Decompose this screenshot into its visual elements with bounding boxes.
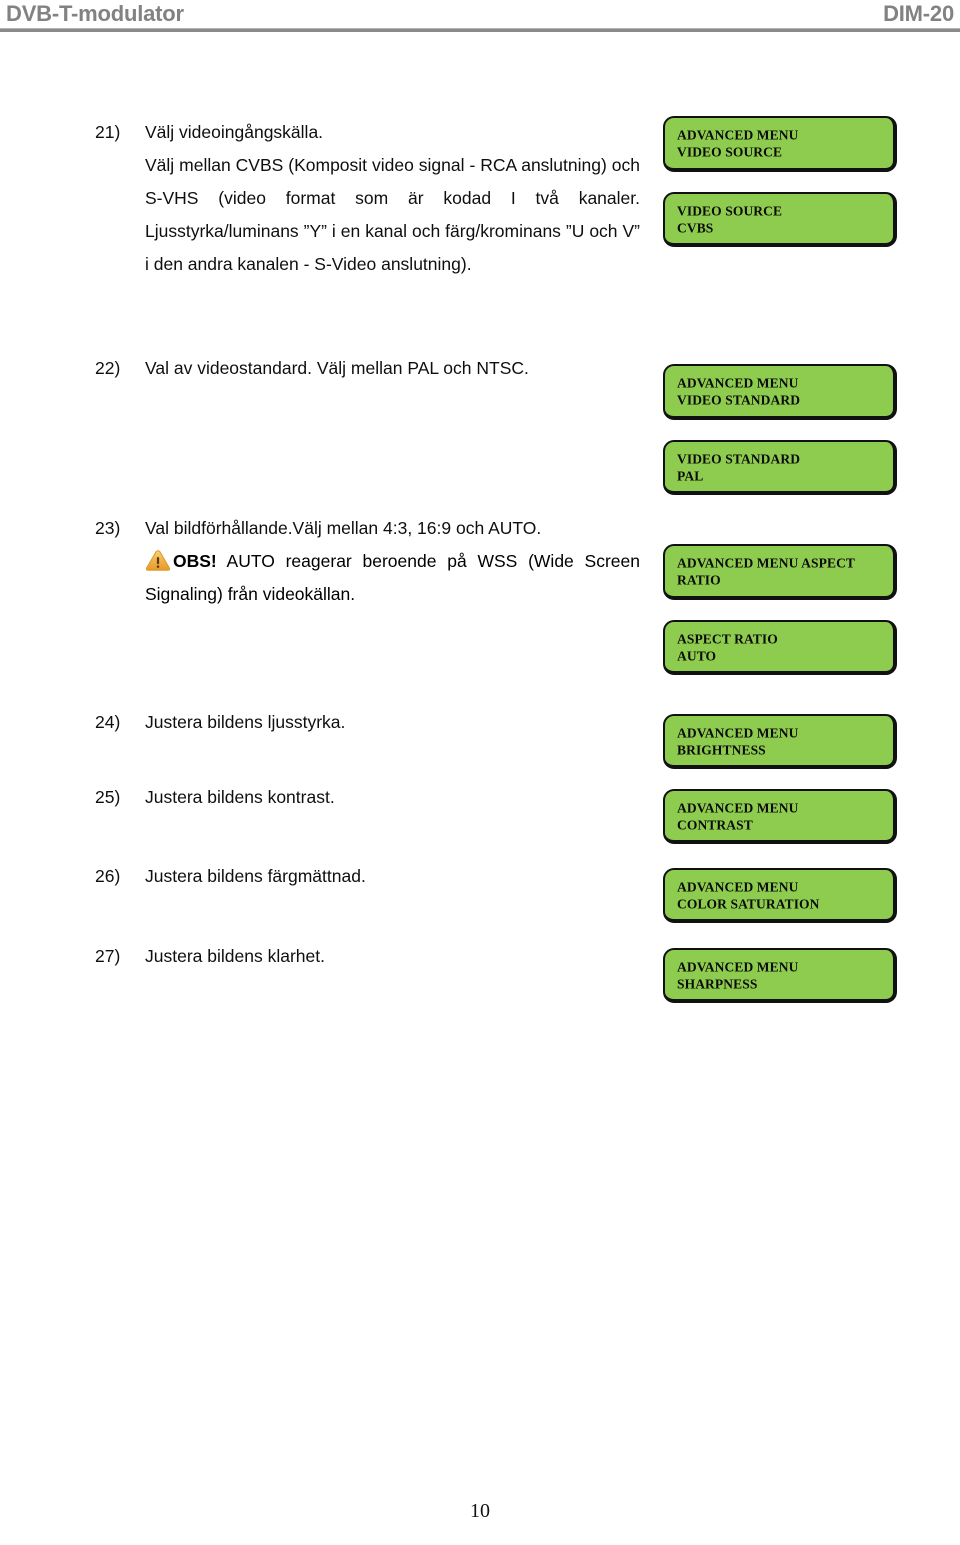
lcd-text: VIDEO SOURCE CVBS — [665, 202, 893, 236]
lcd-text: ADVANCED MENU SHARPNESS — [665, 958, 893, 992]
lcd-group-25: ADVANCED MENU CONTRAST — [663, 789, 903, 864]
list-item: 25) Justera bildens kontrast. — [95, 781, 640, 814]
lcd-group-22: ADVANCED MENU VIDEO STANDARD VIDEO STAND… — [663, 364, 903, 515]
lcd-line-1: ADVANCED MENU — [677, 959, 799, 975]
item-line-1: Justera bildens färgmättnad. — [145, 866, 366, 886]
instruction-text-21: 21) Välj videoingångskälla. Välj mellan … — [95, 116, 640, 281]
lcd-line-2: RATIO — [677, 572, 721, 588]
lcd-text: ADVANCED MENU COLOR SATURATION — [665, 878, 893, 912]
header-product-name: DVB-T-modulator — [6, 1, 184, 26]
lcd-line-1: VIDEO STANDARD — [677, 451, 801, 467]
lcd-group-26: ADVANCED MENU COLOR SATURATION — [663, 868, 903, 943]
lcd-group-27: ADVANCED MENU SHARPNESS — [663, 948, 903, 1023]
lcd-group-24: ADVANCED MENU BRIGHTNESS — [663, 714, 903, 789]
lcd-text: ADVANCED MENU ASPECT RATIO — [665, 555, 893, 589]
page-content: 21) Välj videoingångskälla. Välj mellan … — [0, 34, 960, 1494]
lcd-group-23: ADVANCED MENU ASPECT RATIO ASPECT RATIO … — [663, 544, 903, 695]
list-item: 22) Val av videostandard. Välj mellan PA… — [95, 352, 640, 385]
item-number: 24) — [95, 712, 121, 732]
lcd-line-2: PAL — [677, 468, 704, 484]
instruction-text-25: 25) Justera bildens kontrast. — [95, 781, 640, 814]
lcd-text: ADVANCED MENU VIDEO SOURCE — [665, 127, 893, 161]
item-number: 21) — [95, 122, 121, 142]
list-item: 27) Justera bildens klarhet. — [95, 940, 640, 973]
item-line-2: Välj mellan CVBS (Komposit video signal … — [145, 155, 640, 274]
item-line-1: Justera bildens kontrast. — [145, 787, 335, 807]
lcd-line-1: ADVANCED MENU — [677, 375, 799, 391]
lcd-line-2: SHARPNESS — [677, 976, 758, 992]
instruction-text-27: 27) Justera bildens klarhet. — [95, 940, 640, 973]
item-line-1: Välj videoingångskälla. — [145, 122, 324, 142]
lcd-display: VIDEO STANDARD PAL — [663, 440, 897, 495]
header-divider — [0, 28, 960, 32]
lcd-display: VIDEO SOURCE CVBS — [663, 192, 897, 247]
item-number: 25) — [95, 787, 121, 807]
lcd-line-1: ADVANCED MENU — [677, 800, 799, 816]
lcd-display: ADVANCED MENU BRIGHTNESS — [663, 714, 897, 769]
lcd-text: VIDEO STANDARD PAL — [665, 450, 893, 484]
lcd-display: ADVANCED MENU SHARPNESS — [663, 948, 897, 1003]
note-bold-prefix: OBS! — [173, 551, 217, 571]
lcd-line-1: ASPECT RATIO — [677, 631, 778, 647]
lcd-line-1: ADVANCED MENU ASPECT — [677, 555, 856, 571]
item-line-1: Val av videostandard. Välj mellan PAL oc… — [145, 358, 529, 378]
instruction-text-24: 24) Justera bildens ljusstyrka. — [95, 706, 640, 739]
item-number: 27) — [95, 946, 121, 966]
lcd-line-2: VIDEO SOURCE — [677, 144, 783, 160]
item-number: 26) — [95, 866, 121, 886]
lcd-text: ADVANCED MENU BRIGHTNESS — [665, 724, 893, 758]
list-item: 21) Välj videoingångskälla. Välj mellan … — [95, 116, 640, 281]
warning-note: OBS! AUTO reagerar beroende på WSS (Wide… — [145, 545, 640, 611]
lcd-group-21: ADVANCED MENU VIDEO SOURCE VIDEO SOURCE … — [663, 116, 903, 267]
list-item: 24) Justera bildens ljusstyrka. — [95, 706, 640, 739]
lcd-display: ADVANCED MENU CONTRAST — [663, 789, 897, 844]
instruction-text-23: 23) Val bildförhållande.Välj mellan 4:3,… — [95, 512, 640, 611]
lcd-line-2: CVBS — [677, 220, 714, 236]
item-number: 22) — [95, 358, 121, 378]
lcd-display: ADVANCED MENU VIDEO SOURCE — [663, 116, 897, 172]
page-header: DVB-T-modulator DIM-20 — [0, 0, 960, 34]
lcd-line-2: CONTRAST — [677, 817, 753, 833]
lcd-line-1: ADVANCED MENU — [677, 127, 799, 143]
item-line-1: Justera bildens klarhet. — [145, 946, 325, 966]
list-item: 23) Val bildförhållande.Välj mellan 4:3,… — [95, 512, 640, 545]
lcd-line-1: VIDEO SOURCE — [677, 203, 783, 219]
item-number: 23) — [95, 518, 121, 538]
lcd-line-2: BRIGHTNESS — [677, 742, 766, 758]
instruction-text-26: 26) Justera bildens färgmättnad. — [95, 860, 640, 893]
warning-triangle-icon — [145, 549, 171, 572]
item-line-1: Justera bildens ljusstyrka. — [145, 712, 346, 732]
lcd-display: ADVANCED MENU COLOR SATURATION — [663, 868, 897, 923]
lcd-line-2: AUTO — [677, 648, 717, 664]
lcd-line-2: COLOR SATURATION — [677, 896, 820, 912]
header-model-number: DIM-20 — [883, 1, 954, 26]
note-text: AUTO reagerar beroende på WSS (Wide Scre… — [145, 551, 640, 604]
lcd-display: ADVANCED MENU ASPECT RATIO — [663, 544, 897, 600]
lcd-line-1: ADVANCED MENU — [677, 879, 799, 895]
lcd-display: ASPECT RATIO AUTO — [663, 620, 897, 675]
lcd-text: ADVANCED MENU CONTRAST — [665, 799, 893, 833]
lcd-line-2: VIDEO STANDARD — [677, 392, 801, 408]
page-number: 10 — [470, 1500, 490, 1522]
lcd-text: ADVANCED MENU VIDEO STANDARD — [665, 375, 893, 409]
lcd-text: ASPECT RATIO AUTO — [665, 630, 893, 664]
item-line-1: Val bildförhållande.Välj mellan 4:3, 16:… — [145, 518, 542, 538]
instruction-text-22: 22) Val av videostandard. Välj mellan PA… — [95, 352, 640, 385]
lcd-line-1: ADVANCED MENU — [677, 725, 799, 741]
lcd-display: ADVANCED MENU VIDEO STANDARD — [663, 364, 897, 420]
list-item: 26) Justera bildens färgmättnad. — [95, 860, 640, 893]
